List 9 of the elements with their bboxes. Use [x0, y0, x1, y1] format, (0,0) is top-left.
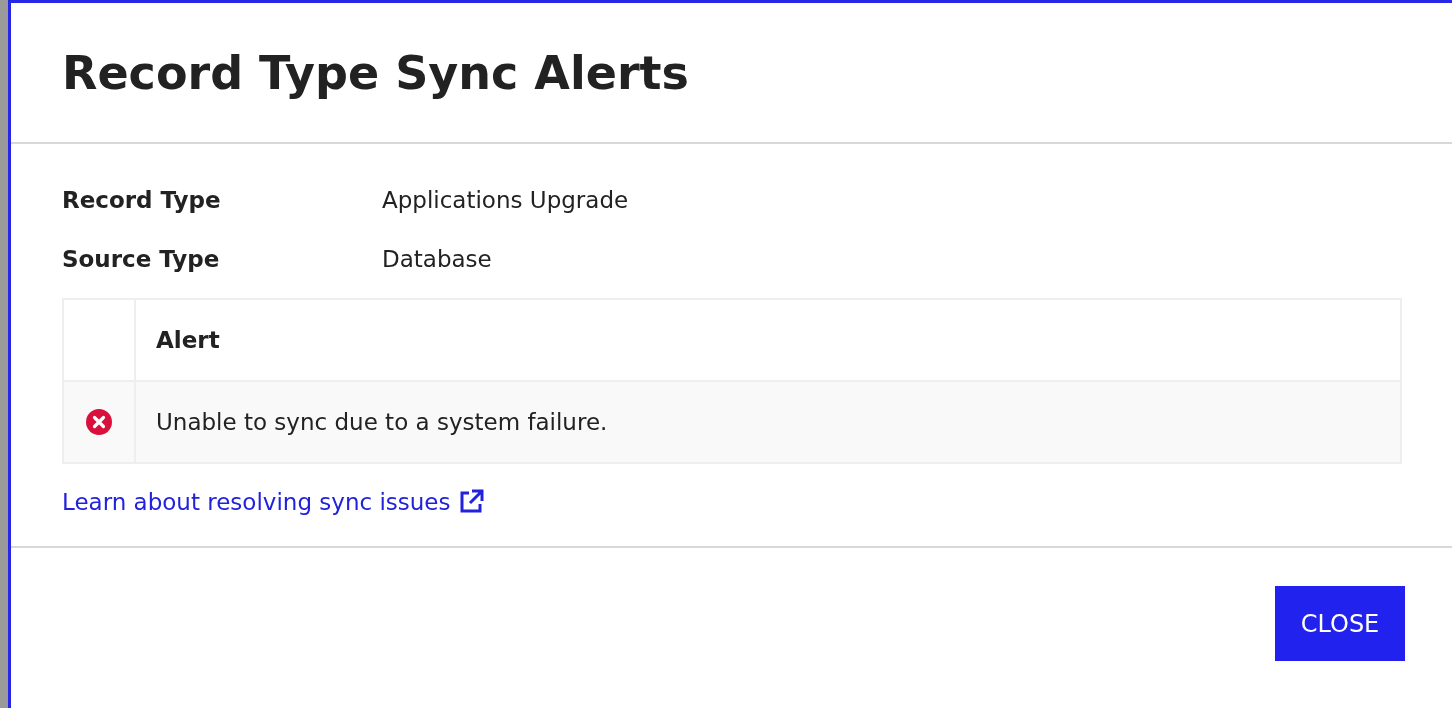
table-cell: Unable to sync due to a system failure.: [134, 380, 1400, 462]
error-icon: [85, 408, 113, 436]
field-value: Database: [382, 245, 492, 272]
field-label: Record Type: [62, 186, 222, 213]
field-label: Source Type: [62, 245, 221, 272]
field-value: Applications Upgrade: [382, 186, 629, 213]
dialog-title: Record Type Sync Alerts: [62, 45, 689, 100]
help-link[interactable]: Learn about resolving sync issues: [62, 488, 485, 516]
close-button[interactable]: CLOSE: [1275, 586, 1405, 661]
